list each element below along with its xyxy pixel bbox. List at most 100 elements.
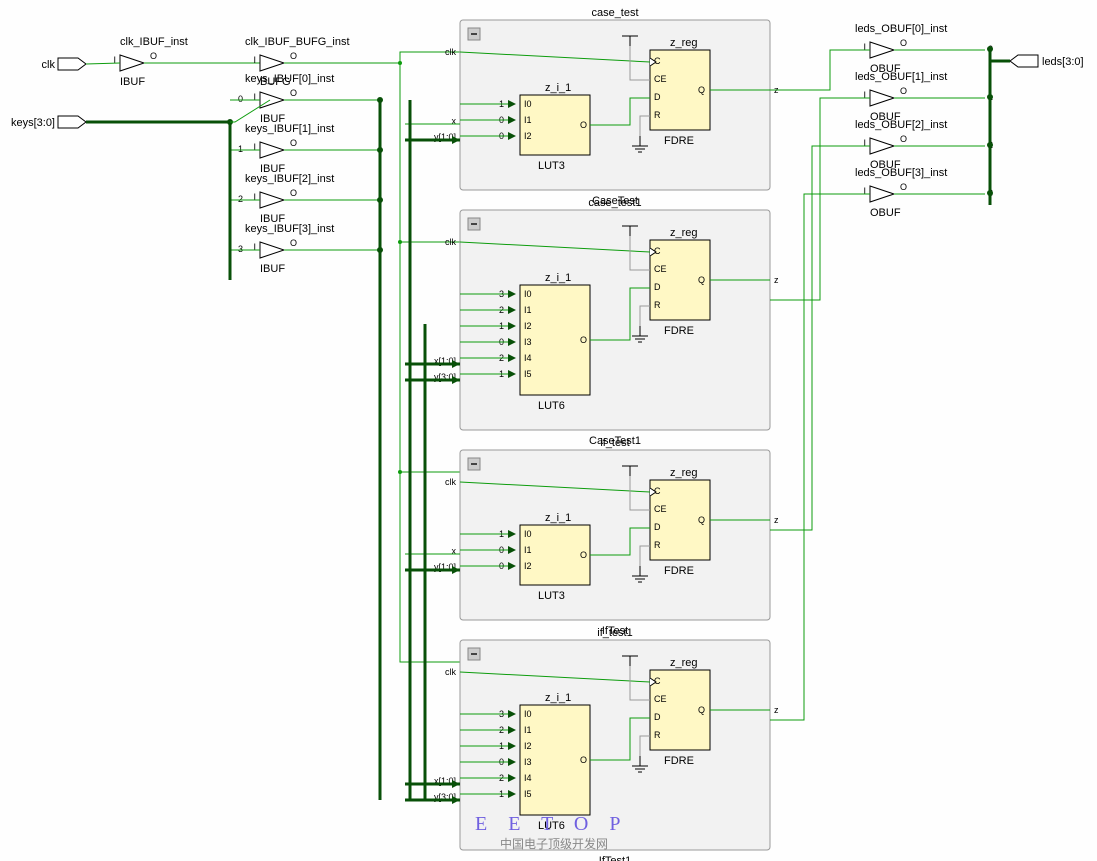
svg-text:FDRE: FDRE [664,565,694,577]
svg-text:LUT6: LUT6 [538,400,565,412]
svg-text:D: D [654,282,661,292]
svg-text:I3: I3 [524,337,532,347]
ibuf-k3: keys_IBUF[3]_instIOIBUF [245,223,334,275]
svg-text:O: O [900,134,907,144]
svg-text:O: O [290,88,297,98]
svg-text:case_test: case_test [591,7,638,19]
svg-text:clk: clk [42,59,56,71]
svg-text:I2: I2 [524,561,532,571]
svg-text:O: O [900,38,907,48]
svg-text:O: O [580,120,587,130]
svg-text:z_i_1: z_i_1 [545,692,571,704]
svg-text:LUT3: LUT3 [538,590,565,602]
svg-text:keys[3:0]: keys[3:0] [11,117,55,129]
svg-text:CE: CE [654,74,667,84]
clk-ibuf: clk_IBUF_inst I O IBUF [113,36,187,88]
obuf-l2: leds_OBUF[2]_instIOOBUF2 [855,119,993,171]
svg-text:z_reg: z_reg [670,37,698,49]
svg-text:O: O [290,238,297,248]
svg-text:CE: CE [654,694,667,704]
svg-text:D: D [654,522,661,532]
svg-text:clk: clk [445,47,456,57]
svg-text:clk: clk [445,477,456,487]
ibuf-k1: keys_IBUF[1]_instIOIBUF [245,123,334,175]
svg-text:R: R [654,300,661,310]
svg-text:LUT3: LUT3 [538,160,565,172]
svg-text:if_test1: if_test1 [597,627,632,639]
svg-text:O: O [290,138,297,148]
svg-text:z_i_1: z_i_1 [545,512,571,524]
svg-text:I1: I1 [524,115,532,125]
svg-text:leds[3:0]: leds[3:0] [1042,56,1084,68]
svg-text:keys_IBUF[3]_inst: keys_IBUF[3]_inst [245,223,334,235]
svg-text:I: I [253,55,256,65]
svg-text:O: O [290,188,297,198]
svg-text:I3: I3 [524,757,532,767]
svg-text:keys_IBUF[0]_inst: keys_IBUF[0]_inst [245,73,334,85]
svg-text:if_test: if_test [600,437,629,449]
block-if_test: if_testIfTestclky[1:0]xz_i_1I01I10I20OLU… [405,437,779,637]
svg-text:FDRE: FDRE [664,755,694,767]
svg-text:case_test1: case_test1 [588,197,641,209]
svg-text:z: z [774,705,779,715]
schematic-diagram: clk keys[3:0] clk_IBUF_inst I O IBUF clk… [0,0,1097,861]
svg-text:leds_OBUF[1]_inst: leds_OBUF[1]_inst [855,71,947,83]
svg-text:0: 0 [238,94,243,104]
svg-text:I5: I5 [524,369,532,379]
svg-text:3: 3 [238,244,243,254]
collapse-icon[interactable] [468,28,480,40]
svg-text:z_i_1: z_i_1 [545,82,571,94]
svg-text:I4: I4 [524,773,532,783]
svg-text:z: z [774,275,779,285]
svg-text:R: R [654,730,661,740]
svg-text:z_reg: z_reg [670,467,698,479]
svg-text:clk_IBUF_inst: clk_IBUF_inst [120,36,188,48]
svg-text:R: R [654,540,661,550]
svg-text:Q: Q [698,705,705,715]
svg-text:clk: clk [445,667,456,677]
svg-text:CE: CE [654,264,667,274]
obuf-l3: leds_OBUF[3]_instIOOBUF3 [855,167,993,219]
svg-text:O: O [900,182,907,192]
svg-text:z_reg: z_reg [670,227,698,239]
svg-text:keys_IBUF[1]_inst: keys_IBUF[1]_inst [245,123,334,135]
collapse-icon[interactable] [468,648,480,660]
svg-text:D: D [654,92,661,102]
svg-text:I2: I2 [524,131,532,141]
svg-text:IBUF: IBUF [120,76,145,88]
collapse-icon[interactable] [468,218,480,230]
svg-text:I0: I0 [524,99,532,109]
svg-text:1: 1 [238,144,243,154]
port-keys: keys[3:0] [11,116,86,129]
collapse-icon[interactable] [468,458,480,470]
svg-text:I5: I5 [524,789,532,799]
ibuf-k0: keys_IBUF[0]_instIOIBUF [245,73,334,125]
svg-text:clk_IBUF_BUFG_inst: clk_IBUF_BUFG_inst [245,36,350,48]
svg-text:clk: clk [445,237,456,247]
svg-text:OBUF: OBUF [870,207,901,219]
svg-text:z: z [774,515,779,525]
watermark-sub: 中国电子顶级开发网 [500,836,608,851]
svg-text:Q: Q [698,85,705,95]
svg-text:O: O [580,755,587,765]
svg-text:FDRE: FDRE [664,135,694,147]
svg-text:I1: I1 [524,545,532,555]
svg-text:O: O [290,51,297,61]
svg-text:Q: Q [698,515,705,525]
svg-text:leds_OBUF[3]_inst: leds_OBUF[3]_inst [855,167,947,179]
svg-text:O: O [900,86,907,96]
svg-text:I1: I1 [524,725,532,735]
port-clk: clk [42,58,86,71]
watermark: E E T O P [475,813,629,835]
obuf-l0: leds_OBUF[0]_instIOOBUF0 [855,23,993,75]
block-case_test1: case_test1CaseTest1clky[3:0]x[1:0]z_i_1I… [405,197,779,447]
block-case_test: case_testCaseTestclky[1:0]xz_i_1I01I10I2… [405,7,779,207]
svg-text:Q: Q [698,275,705,285]
svg-text:z_i_1: z_i_1 [545,272,571,284]
svg-text:I0: I0 [524,289,532,299]
svg-text:I1: I1 [524,305,532,315]
svg-text:I2: I2 [524,321,532,331]
svg-text:z_reg: z_reg [670,657,698,669]
port-leds: leds[3:0] [1010,55,1084,68]
svg-text:leds_OBUF[0]_inst: leds_OBUF[0]_inst [855,23,947,35]
